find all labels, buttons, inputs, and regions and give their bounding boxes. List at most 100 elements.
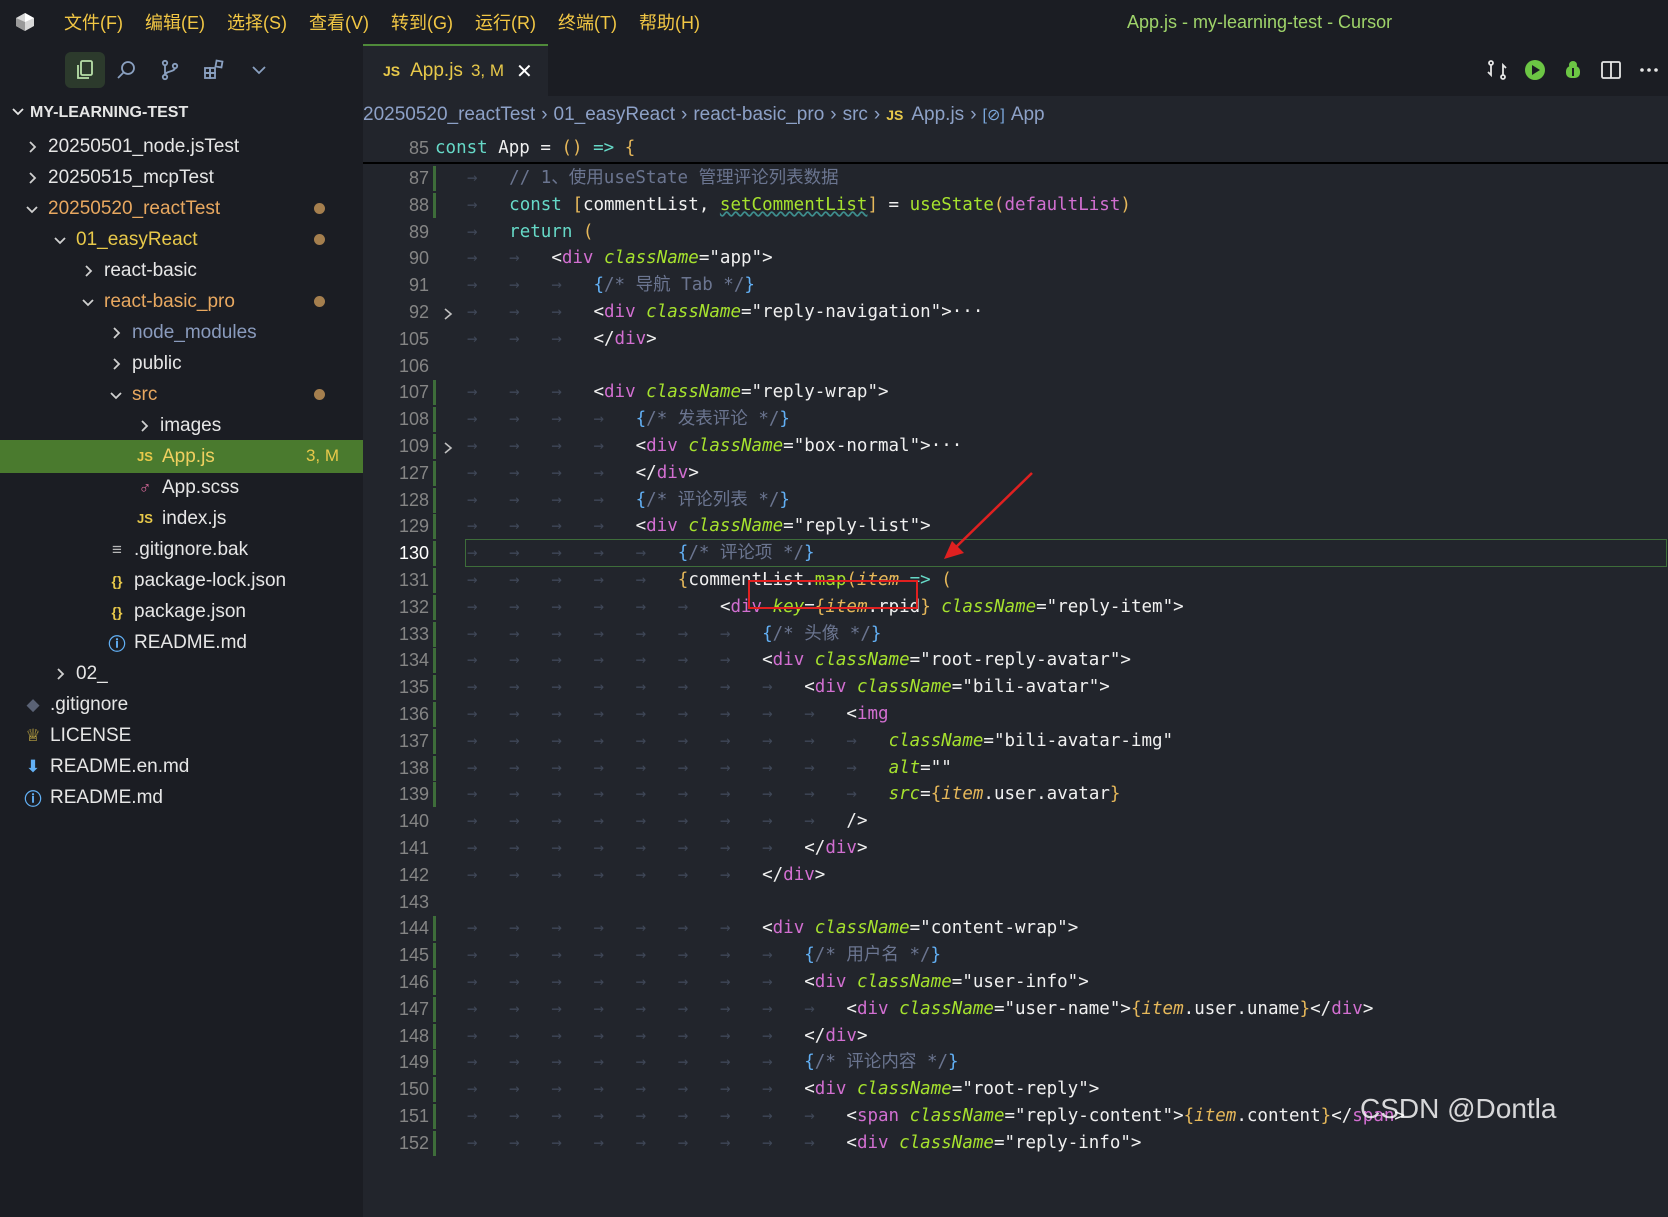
code-line[interactable]: 132 → → → → → → <div key={item.rpid} clas… [363,593,1668,622]
code-line[interactable]: 133 → → → → → → → {/* 头像 */} [363,620,1668,649]
tree-folder[interactable]: 02_ [0,657,363,690]
code-line[interactable]: 134 → → → → → → → <div className="root-re… [363,646,1668,675]
git-change-marker [433,487,436,513]
chevron-down-icon[interactable] [243,54,275,86]
code-line[interactable]: 152 → → → → → → → → → <div className="rep… [363,1129,1668,1158]
code-line[interactable]: 107 → → → <div className="reply-wrap"> [363,378,1668,407]
tab-app-js[interactable]: JS App.js 3, M ✕ [363,44,548,96]
code-line[interactable]: 109 → → → → <div className="box-normal">·… [363,432,1668,461]
code-line[interactable]: 143 [363,888,1668,917]
menu-run[interactable]: 运行(R) [475,9,536,35]
code-line[interactable]: 87 → // 1、使用useState 管理评论列表数据 [363,164,1668,193]
code-editor[interactable]: 85 const App = () => { 87 → // 1、使用useStat… [363,134,1668,1217]
code-line[interactable]: 137 → → → → → → → → → → className="bili-a… [363,727,1668,756]
code-line[interactable]: 106 [363,352,1668,381]
code-line[interactable]: 105 → → → </div> [363,325,1668,354]
tree-folder[interactable]: images [0,409,363,442]
code-line[interactable]: 147 → → → → → → → → → <div className="use… [363,995,1668,1024]
tree-file[interactable]: ⓘ README.md [0,781,363,814]
search-icon[interactable] [110,54,142,86]
tree-file[interactable]: {} package-lock.json [0,564,363,597]
menu-terminal[interactable]: 终端(T) [558,9,617,35]
tree-folder[interactable]: 20250501_node.jsTest [0,130,363,163]
tree-folder[interactable]: node_modules [0,316,363,349]
tree-item-label: .gitignore [50,693,129,715]
menu-edit[interactable]: 编辑(E) [145,9,205,35]
breadcrumb-item[interactable]: App [1011,104,1045,126]
fold-chevron-icon[interactable] [441,303,455,320]
menu-selection[interactable]: 选择(S) [227,9,287,35]
breadcrumb-item[interactable]: App.js [911,104,964,126]
tree-file[interactable]: ♂ App.scss [0,471,363,504]
code-line[interactable]: 138 → → → → → → → → → → alt="" [363,754,1668,783]
tree-item-label: package-lock.json [134,569,287,591]
tree-folder[interactable]: 01_easyReact [0,223,363,256]
close-icon[interactable]: ✕ [516,59,533,84]
compare-changes-icon[interactable] [1478,52,1516,88]
code-line[interactable]: 145 → → → → → → → → {/* 用户名 */} [363,941,1668,970]
source-control-icon[interactable] [154,54,186,86]
code-line[interactable]: 139 → → → → → → → → → → src={item.user.av… [363,780,1668,809]
menu-file[interactable]: 文件(F) [64,9,123,35]
git-change-marker [433,755,436,781]
code-line[interactable]: 88 → const [commentList, setCommentList] … [363,191,1668,220]
code-text: → → → → → → → <div className="content-wr… [467,918,1079,939]
menu-help[interactable]: 帮助(H) [639,9,700,35]
code-line[interactable]: 135 → → → → → → → → <div className="bili-… [363,673,1668,702]
sticky-scroll-line[interactable]: 85 const App = () => { [363,134,1668,164]
code-line[interactable]: 142 → → → → → → → </div> [363,861,1668,890]
tree-file[interactable]: {} package.json [0,595,363,628]
tree-folder[interactable]: react-basic [0,254,363,287]
code-line[interactable]: 91 → → → {/* 导航 Tab */} [363,271,1668,300]
tree-file[interactable]: ♕ LICENSE [0,719,363,752]
tab-strip: JS App.js 3, M ✕ [363,44,1668,96]
tree-folder[interactable]: public [0,347,363,380]
fold-chevron-icon[interactable] [441,437,455,454]
more-actions-icon[interactable] [1630,52,1668,88]
code-line[interactable]: 136 → → → → → → → → → <img [363,700,1668,729]
code-line[interactable]: 90 → → <div className="app"> [363,244,1668,273]
code-line[interactable]: 92 → → → <div className="reply-navigation… [363,298,1668,327]
code-text: → const [commentList, setCommentList] = … [467,194,1131,215]
code-text: → → → → → → → → → <img [467,704,889,724]
breadcrumb-item[interactable]: 01_easyReact [554,104,675,126]
line-number: 140 [398,811,429,832]
code-text: → → → → → {/* 评论项 */} [467,543,815,564]
tree-file[interactable]: JS App.js 3, M [0,440,363,473]
tree-file[interactable]: ◆ .gitignore [0,688,363,721]
tree-file[interactable]: ⓘ README.md [0,626,363,659]
tree-file[interactable]: ≡ .gitignore.bak [0,533,363,566]
tree-folder[interactable]: 20250520_reactTest [0,192,363,225]
breadcrumb-item[interactable]: src [843,104,868,126]
menu-view[interactable]: 查看(V) [309,9,369,35]
breadcrumb-item[interactable]: react-basic_pro [693,104,824,126]
annotation-arrow [944,472,1033,559]
split-editor-icon[interactable] [1592,52,1630,88]
code-line[interactable]: 89 → return ( [363,218,1668,247]
code-line[interactable]: 131 → → → → → {commentList.map(item => ( [363,566,1668,595]
code-line[interactable]: 108 → → → → {/* 发表评论 */} [363,405,1668,434]
explorer-root-header[interactable]: MY-LEARNING-TEST [0,96,363,130]
code-line[interactable]: 146 → → → → → → → → <div className="user-… [363,968,1668,997]
workspace-title: MY-LEARNING-TEST [30,104,189,121]
menu-go[interactable]: 转到(G) [391,9,453,35]
tree-item-label: react-basic [104,259,197,281]
code-line[interactable]: 140 → → → → → → → → → /> [363,807,1668,836]
debug-icon[interactable] [1554,52,1592,88]
extensions-icon[interactable] [198,54,230,86]
tree-folder[interactable]: react-basic_pro [0,285,363,318]
tree-file[interactable]: JS index.js [0,502,363,535]
code-line[interactable]: 148 → → → → → → → → </div> [363,1022,1668,1051]
code-line[interactable]: 144 → → → → → → → <div className="content… [363,914,1668,943]
tree-folder[interactable]: 20250515_mcpTest [0,161,363,194]
chevron-right-icon: › [873,104,881,125]
run-icon[interactable] [1516,52,1554,88]
breadcrumb-item[interactable]: 20250520_reactTest [363,104,535,126]
files-icon[interactable] [65,52,105,88]
tree-folder[interactable]: src [0,378,363,411]
js-file-icon: JS [137,449,153,464]
code-line[interactable]: 141 → → → → → → → → </div> [363,834,1668,863]
tree-file[interactable]: ⬇ README.en.md [0,750,363,783]
git-change-marker [433,970,436,995]
code-line[interactable]: 149 → → → → → → → → {/* 评论内容 */} [363,1048,1668,1077]
